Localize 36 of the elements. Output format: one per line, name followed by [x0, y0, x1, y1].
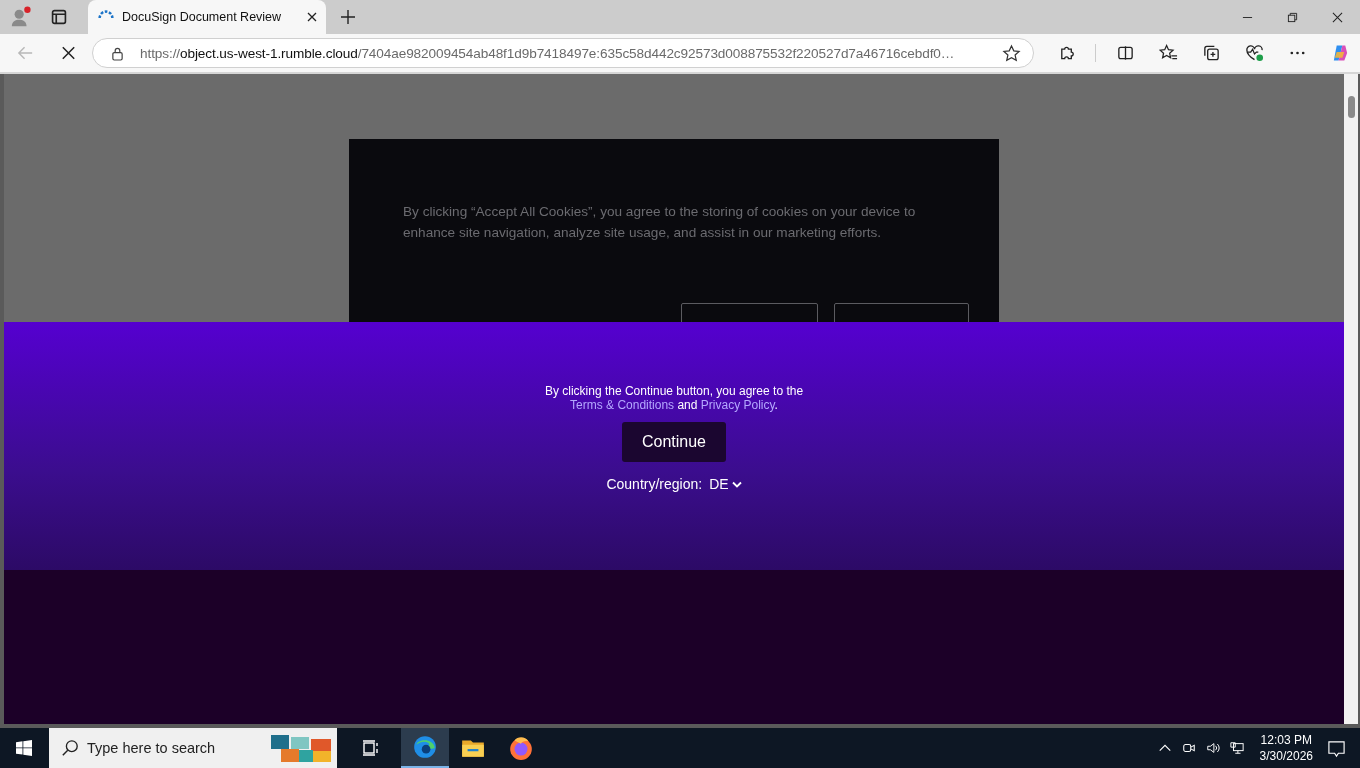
- camera-icon[interactable]: [1181, 741, 1196, 755]
- lock-icon[interactable]: [111, 45, 124, 61]
- notifications-icon[interactable]: [1327, 738, 1346, 758]
- browser-tab[interactable]: DocuSign Document Review: [88, 0, 326, 34]
- address-bar[interactable]: https://object.us-west-1.rumble.cloud/7404ae982009454ab48f1d9b7418497e:635c58d442c92573d008875532f220527d7a46716cebdf0…: [92, 38, 1034, 68]
- url-text: https://object.us-west-1.rumble.cloud/7404ae982009454ab48f1d9b7418497e:635c58d442c92573d008875532f220527d7a46716cebdf0…: [140, 45, 956, 61]
- terms-link[interactable]: Terms & Conditions: [570, 398, 675, 412]
- close-window-icon[interactable]: [1332, 11, 1343, 23]
- chevron-down-icon: [731, 480, 742, 488]
- consent-text: By clicking the Continue button, you agree to the Terms & Conditions and Privacy Policy.: [543, 384, 805, 412]
- continue-button[interactable]: Continue: [621, 422, 726, 462]
- puzzle-drawing: [269, 732, 333, 764]
- profile-icon[interactable]: [10, 6, 32, 28]
- loading-spinner-icon: [98, 9, 114, 19]
- clock-time[interactable]: 12:03 PM: [1260, 732, 1312, 748]
- task-view-icon[interactable]: [361, 738, 381, 758]
- collections-icon[interactable]: [1201, 43, 1221, 63]
- cookie-notice-text: By clicking “Accept All Cookies”, you agree to the storing of cookies on your device to enhance site navigation, analyze site usage, and assist in our marketing efforts.: [403, 203, 917, 242]
- network-icon[interactable]: [1229, 741, 1244, 755]
- restore-icon[interactable]: [1287, 11, 1298, 23]
- split-screen-icon[interactable]: [1115, 43, 1135, 63]
- tab-title: DocuSign Document Review: [122, 10, 283, 24]
- speaker-icon[interactable]: [1205, 741, 1220, 755]
- new-tab-icon[interactable]: [340, 9, 356, 25]
- edge-icon: [412, 734, 438, 760]
- scrollbar[interactable]: [1344, 74, 1358, 724]
- clock-date[interactable]: 3/30/2026: [1259, 748, 1313, 764]
- edge-taskbar-button[interactable]: [401, 728, 449, 768]
- close-tab-icon[interactable]: [306, 11, 318, 23]
- heart-pulse-icon[interactable]: [1244, 43, 1264, 63]
- star-icon[interactable]: [1002, 43, 1021, 63]
- country-label: Country/region:: [606, 476, 703, 492]
- privacy-link[interactable]: Privacy Policy: [700, 398, 775, 412]
- country-select[interactable]: DE: [709, 476, 742, 492]
- windows-start-icon[interactable]: [16, 740, 32, 756]
- firefox-icon: [508, 735, 534, 761]
